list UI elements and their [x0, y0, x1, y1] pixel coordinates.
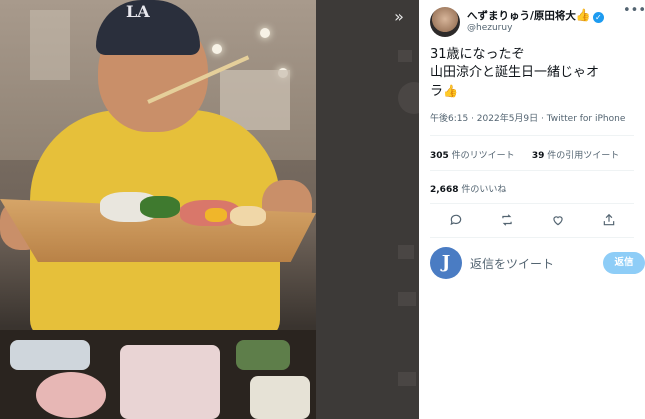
tweet-card: へずまりゅう/原田将大👍 ✓ @hezuruy ••• 31歳になったぞ 山田涼介…: [419, 0, 645, 419]
tweet-text-line: ラ👍: [430, 82, 640, 101]
tweet-timestamp[interactable]: 午後6:15 · 2022年5月9日 · Twitter for iPhone: [430, 111, 625, 124]
divider: [430, 203, 634, 204]
likes-link[interactable]: 2,668 件のいいね: [430, 185, 506, 195]
dish: [36, 372, 106, 418]
sashimi: [230, 206, 266, 226]
ghost-element: [398, 292, 416, 306]
garnish: [205, 208, 227, 222]
thumbs-up-icon: 👍: [575, 8, 591, 22]
ceiling-light: [212, 44, 222, 54]
reply-button[interactable]: 返信: [603, 252, 645, 274]
likes-count: 2,668: [430, 185, 459, 195]
ceiling-light: [260, 28, 270, 38]
dish: [236, 340, 290, 370]
retweet-quote-stats: 305 件のリツイート 39 件の引用ツイート: [430, 148, 619, 161]
reply-icon[interactable]: [444, 208, 468, 232]
author-name-text: へずまりゅう/原田将大: [467, 10, 576, 22]
tweet-photo[interactable]: LA: [0, 0, 316, 419]
tweet-text-line: 31歳になったぞ: [430, 47, 525, 62]
ghost-element: [398, 372, 416, 386]
reply-input[interactable]: 返信をツイート: [470, 255, 590, 272]
thumbs-up-icon: 👍: [443, 84, 458, 98]
author-display-name[interactable]: へずまりゅう/原田将大👍 ✓: [467, 8, 604, 23]
author-handle[interactable]: @hezuruy: [467, 23, 512, 33]
tweet-text-fragment: ラ: [430, 84, 444, 99]
cap-logo: LA: [126, 2, 150, 21]
verified-badge-icon: ✓: [592, 12, 604, 23]
retweet-icon[interactable]: [495, 208, 519, 232]
wall-panel: [30, 10, 70, 80]
current-user-avatar[interactable]: J: [430, 247, 462, 279]
divider: [430, 237, 634, 238]
likes-stats: 2,668 件のいいね: [430, 182, 506, 195]
dish: [120, 345, 220, 419]
dish: [250, 376, 310, 419]
more-options-icon[interactable]: •••: [623, 4, 645, 20]
share-icon[interactable]: [597, 208, 621, 232]
ghost-element: [398, 50, 412, 62]
quotes-count: 39: [531, 151, 545, 161]
quotes-link[interactable]: 39 件の引用ツイート: [532, 151, 619, 161]
tweet-text: 31歳になったぞ 山田涼介と誕生日一緒じゃオ ラ👍: [430, 46, 640, 101]
quotes-label: 件の引用ツイート: [547, 151, 620, 161]
reply-composer: J 返信をツイート 返信: [430, 247, 645, 281]
divider: [430, 135, 634, 136]
ghost-element: [398, 245, 414, 259]
retweets-count: 305: [430, 151, 449, 161]
garnish: [140, 196, 180, 218]
expand-collapse-icon[interactable]: »: [389, 7, 409, 27]
dish: [10, 340, 90, 370]
like-icon[interactable]: [546, 208, 570, 232]
tweet-actions: [430, 208, 634, 232]
divider: [430, 170, 634, 171]
likes-label: 件のいいね: [461, 185, 507, 195]
retweets-link[interactable]: 305 件のリツイート: [430, 151, 515, 161]
retweets-label: 件のリツイート: [451, 151, 515, 161]
author-avatar[interactable]: [430, 7, 460, 37]
tweet-text-line: 山田涼介と誕生日一緒じゃオ: [430, 65, 600, 80]
